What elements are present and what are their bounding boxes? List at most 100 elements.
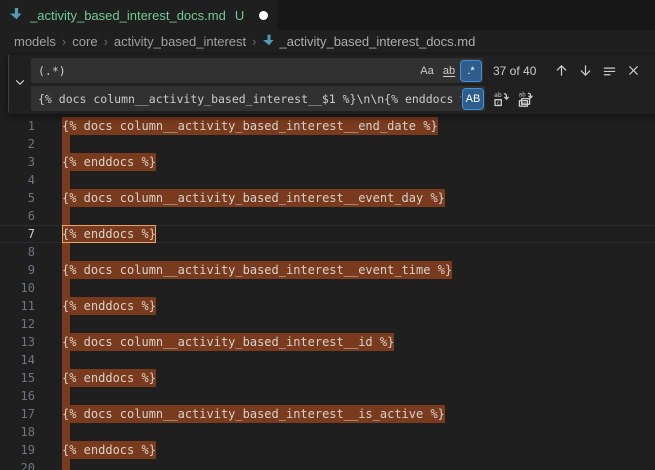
- line-number: 16: [0, 387, 35, 405]
- breadcrumb: models › core › activity_based_interest …: [0, 30, 655, 52]
- whole-word-toggle[interactable]: ab: [439, 61, 459, 81]
- markdown-file-icon: [263, 34, 275, 49]
- breadcrumb-file-label: _activity_based_interest_docs.md: [280, 34, 476, 49]
- selection-lines-icon: [602, 63, 617, 78]
- code-line[interactable]: 4: [0, 171, 655, 189]
- line-content: {% enddocs %}: [62, 369, 156, 387]
- close-find-button[interactable]: [623, 61, 643, 81]
- find-match-highlight: {% enddocs %}: [62, 441, 156, 459]
- code-line[interactable]: 12: [0, 315, 655, 333]
- empty-match-highlight: [62, 423, 70, 441]
- regex-toggle[interactable]: .*: [461, 61, 481, 81]
- find-match-highlight: {% enddocs %}: [62, 153, 156, 171]
- find-match-highlight: {% docs column__activity_based_interest_…: [62, 405, 445, 423]
- previous-match-button[interactable]: [551, 61, 571, 81]
- replace-all-button[interactable]: ab ac: [515, 89, 535, 109]
- replace-input[interactable]: {% docs column__activity_based_interest_…: [31, 86, 485, 111]
- empty-match-highlight: [62, 279, 70, 297]
- find-match-highlight: {% docs column__activity_based_interest_…: [62, 261, 452, 279]
- breadcrumb-item-core[interactable]: core: [72, 34, 97, 49]
- line-number: 4: [0, 171, 35, 189]
- line-content: [62, 171, 70, 189]
- line-number: 9: [0, 261, 35, 279]
- replace-row: {% docs column__activity_based_interest_…: [31, 86, 649, 111]
- code-line[interactable]: 13 {% docs column__activity_based_intere…: [0, 333, 655, 351]
- line-number: 5: [0, 189, 35, 207]
- find-replace-widget: (.*) Aa ab .* 37 of 40: [8, 55, 655, 114]
- code-line[interactable]: 16: [0, 387, 655, 405]
- code-line[interactable]: 15 {% enddocs %}: [0, 369, 655, 387]
- empty-match-highlight: [62, 387, 70, 405]
- markdown-file-icon: [10, 7, 23, 23]
- line-number: 19: [0, 441, 35, 459]
- empty-match-highlight: [62, 351, 70, 369]
- empty-match-highlight: [62, 135, 70, 153]
- find-match-highlight: {% enddocs %}: [62, 369, 156, 387]
- line-content: {% enddocs %}: [62, 441, 156, 459]
- unsaved-dot-icon[interactable]: [259, 11, 268, 20]
- replace-value: {% docs column__activity_based_interest_…: [38, 92, 461, 106]
- code-line[interactable]: 1 {% docs column__activity_based_interes…: [0, 117, 655, 135]
- git-status-badge: U: [235, 8, 244, 23]
- editor-pane[interactable]: (.*) Aa ab .* 37 of 40: [0, 52, 655, 470]
- code-line[interactable]: 18: [0, 423, 655, 441]
- next-match-button[interactable]: [575, 61, 595, 81]
- find-in-selection-button[interactable]: [599, 61, 619, 81]
- svg-text:c: c: [497, 100, 500, 106]
- code-line[interactable]: 17 {% docs column__activity_based_intere…: [0, 405, 655, 423]
- code-line[interactable]: 7 {% enddocs %}: [0, 225, 655, 243]
- empty-match-highlight: [62, 459, 70, 470]
- line-content: {% enddocs %}: [62, 153, 156, 171]
- line-content: [62, 135, 70, 153]
- line-number: 18: [0, 423, 35, 441]
- line-number: 8: [0, 243, 35, 261]
- line-number: 1: [0, 117, 35, 135]
- line-number: 7: [0, 225, 35, 243]
- line-number: 11: [0, 297, 35, 315]
- chevron-down-icon: [13, 75, 27, 94]
- tab-title: _activity_based_interest_docs.md: [30, 8, 226, 23]
- tab-bar: _activity_based_interest_docs.md U: [0, 0, 655, 30]
- toggle-replace-button[interactable]: [9, 55, 30, 114]
- empty-match-highlight: [62, 207, 70, 225]
- breadcrumb-item-activity-based-interest[interactable]: activity_based_interest: [114, 34, 246, 49]
- code-line[interactable]: 19 {% enddocs %}: [0, 441, 655, 459]
- find-match-highlight: {% enddocs %}: [62, 225, 156, 243]
- find-input[interactable]: (.*) Aa ab .*: [31, 58, 483, 83]
- line-content: [62, 279, 70, 297]
- find-match-highlight: {% docs column__activity_based_interest_…: [62, 333, 394, 351]
- tab-activity-docs[interactable]: _activity_based_interest_docs.md U: [0, 0, 278, 30]
- line-number: 10: [0, 279, 35, 297]
- code-line[interactable]: 11 {% enddocs %}: [0, 297, 655, 315]
- match-case-toggle[interactable]: Aa: [417, 61, 437, 81]
- replace-icon: ab c: [493, 91, 509, 107]
- code-line[interactable]: 2: [0, 135, 655, 153]
- code-line[interactable]: 9 {% docs column__activity_based_interes…: [0, 261, 655, 279]
- line-content: {% docs column__activity_based_interest_…: [62, 117, 438, 135]
- replace-all-icon: ab ac: [517, 91, 533, 107]
- line-number: 17: [0, 405, 35, 423]
- code-line[interactable]: 10: [0, 279, 655, 297]
- code-lines: 1 {% docs column__activity_based_interes…: [0, 117, 655, 470]
- code-line[interactable]: 3 {% enddocs %}: [0, 153, 655, 171]
- line-number: 14: [0, 351, 35, 369]
- code-line[interactable]: 20: [0, 459, 655, 470]
- code-line[interactable]: 8: [0, 243, 655, 261]
- match-count-label: 37 of 40: [493, 64, 536, 78]
- chevron-right-icon: ›: [62, 34, 66, 49]
- line-number: 6: [0, 207, 35, 225]
- line-content: {% docs column__activity_based_interest_…: [62, 405, 445, 423]
- replace-one-button[interactable]: ab c: [491, 89, 511, 109]
- line-number: 20: [0, 459, 35, 470]
- replace-actions: ab c ab ac: [491, 89, 535, 109]
- line-content: {% enddocs %}: [62, 225, 156, 243]
- preserve-case-toggle[interactable]: AB: [463, 89, 483, 109]
- code-line[interactable]: 5 {% docs column__activity_based_interes…: [0, 189, 655, 207]
- line-number: 12: [0, 315, 35, 333]
- line-content: [62, 387, 70, 405]
- code-line[interactable]: 6: [0, 207, 655, 225]
- line-number: 2: [0, 135, 35, 153]
- breadcrumb-item-models[interactable]: models: [14, 34, 56, 49]
- breadcrumb-item-file[interactable]: _activity_based_interest_docs.md: [263, 34, 476, 49]
- code-line[interactable]: 14: [0, 351, 655, 369]
